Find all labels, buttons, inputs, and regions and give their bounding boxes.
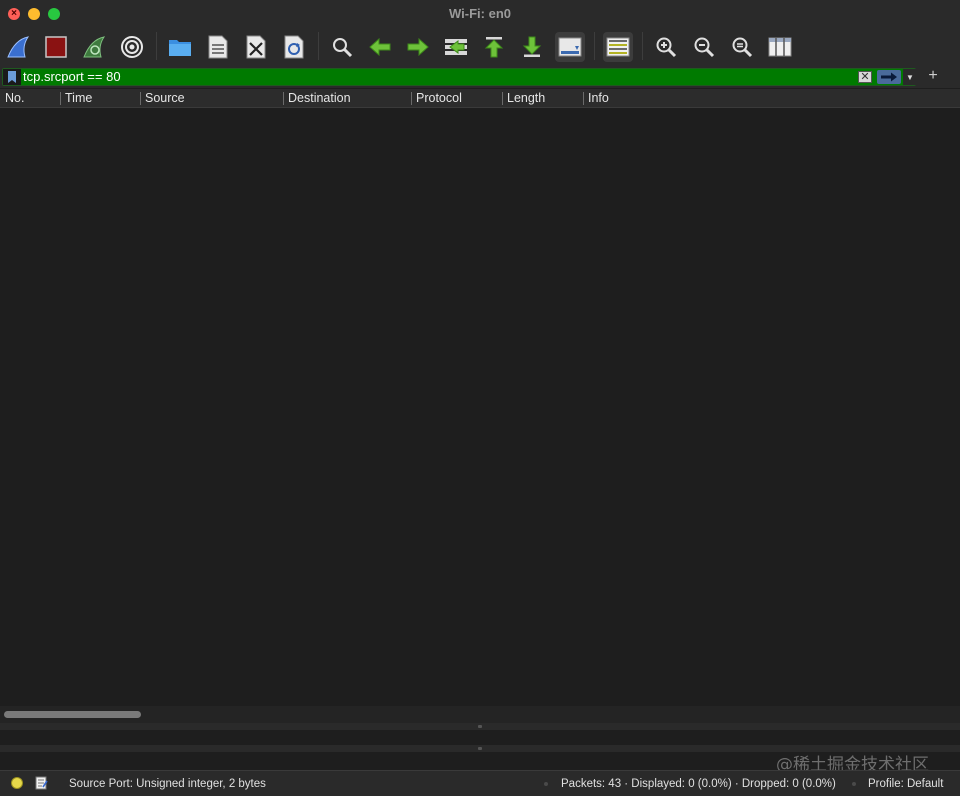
gear-icon (121, 36, 143, 58)
zoom-normal-icon (732, 37, 753, 58)
capture-comments-button[interactable] (35, 776, 48, 790)
chevron-down-icon: ▼ (906, 72, 914, 82)
go-to-packet-button[interactable] (441, 32, 471, 62)
filter-history-dropdown[interactable]: ▼ (903, 69, 917, 85)
packet-list-horizontal-scrollbar[interactable] (0, 706, 960, 723)
display-filter-bar: ✕ ▼ + (0, 66, 960, 88)
column-divider[interactable] (583, 92, 584, 105)
zoom-in-button[interactable] (651, 32, 681, 62)
filter-bookmark-button[interactable] (3, 69, 21, 85)
scrollbar-thumb[interactable] (4, 711, 141, 718)
magnifier-icon (333, 38, 353, 58)
column-divider[interactable] (140, 92, 141, 105)
pane-splitter-details[interactable] (0, 723, 960, 730)
zoom-in-icon (656, 37, 677, 58)
arrow-left-icon (369, 38, 391, 56)
stop-square-icon (45, 36, 67, 58)
save-file-button[interactable] (203, 32, 233, 62)
column-header-info[interactable]: Info (588, 89, 609, 108)
shark-fin-icon (7, 36, 30, 58)
edit-note-icon (35, 776, 48, 790)
open-file-button[interactable] (165, 32, 195, 62)
status-bar: Source Port: Unsigned integer, 2 bytes P… (0, 770, 960, 796)
main-toolbar (0, 28, 960, 66)
display-filter-field: ✕ ▼ (2, 68, 917, 86)
resize-columns-button[interactable] (765, 32, 795, 62)
column-header-destination[interactable]: Destination (288, 89, 351, 108)
zoom-out-button[interactable] (689, 32, 719, 62)
goto-packet-icon (445, 39, 467, 55)
resize-columns-icon (768, 37, 792, 57)
toolbar-separator (642, 32, 643, 60)
bookmark-icon (8, 71, 16, 83)
zoom-out-icon (694, 37, 715, 58)
add-filter-button[interactable]: + (926, 67, 940, 85)
go-back-button[interactable] (365, 32, 395, 62)
clear-icon: ✕ (860, 70, 870, 83)
auto-scroll-icon (558, 37, 582, 57)
auto-scroll-button[interactable] (555, 32, 585, 62)
status-separator-dot (852, 782, 856, 786)
toolbar-separator (594, 32, 595, 60)
clear-filter-button[interactable]: ✕ (858, 71, 872, 83)
column-header-length[interactable]: Length (507, 89, 545, 108)
arrow-up-first-icon (484, 37, 504, 58)
packet-details-pane[interactable] (0, 730, 960, 745)
column-header-protocol[interactable]: Protocol (416, 89, 462, 108)
column-header-time[interactable]: Time (65, 89, 92, 108)
status-profile[interactable]: Profile: Default (868, 777, 943, 791)
start-capture-button[interactable] (3, 32, 33, 62)
window-title: Wi-Fi: en0 (449, 6, 511, 21)
column-divider[interactable] (60, 92, 61, 105)
wireshark-window: × Wi-Fi: en0 tcp.srcport == 80 ✕ ▼ + No.… (0, 0, 960, 796)
normal-size-button[interactable] (727, 32, 757, 62)
close-file-button[interactable] (241, 32, 271, 62)
column-divider[interactable] (283, 92, 284, 105)
packet-list-header: No. Time Source Destination Protocol Len… (0, 89, 960, 108)
capture-options-button[interactable] (117, 32, 147, 62)
apply-arrow-icon (881, 72, 897, 82)
expert-info-indicator-icon[interactable] (11, 777, 23, 789)
restart-fin-icon (83, 36, 106, 58)
column-header-source[interactable]: Source (145, 89, 185, 108)
close-file-icon (246, 35, 266, 59)
display-filter-input[interactable] (23, 69, 823, 85)
apply-filter-button[interactable] (877, 70, 901, 84)
column-divider[interactable] (502, 92, 503, 105)
packet-list-body[interactable] (0, 108, 960, 706)
splitter-grip-icon (478, 725, 482, 728)
status-separator-dot (544, 782, 548, 786)
colorize-list-icon (606, 37, 630, 57)
status-packet-counts: Packets: 43 · Displayed: 0 (0.0%) · Drop… (561, 778, 836, 790)
status-field-info: Source Port: Unsigned integer, 2 bytes (69, 778, 266, 790)
arrow-right-icon (407, 38, 429, 56)
go-forward-button[interactable] (403, 32, 433, 62)
reload-file-button[interactable] (279, 32, 309, 62)
column-header-no[interactable]: No. (5, 89, 24, 108)
go-last-button[interactable] (517, 32, 547, 62)
restart-capture-button[interactable] (79, 32, 109, 62)
title-bar: × Wi-Fi: en0 (0, 0, 960, 28)
toolbar-separator (318, 32, 319, 60)
binary-file-icon (208, 35, 228, 59)
find-packet-button[interactable] (327, 32, 357, 62)
folder-icon (169, 40, 191, 56)
go-first-button[interactable] (479, 32, 509, 62)
arrow-down-last-icon (522, 36, 542, 57)
toolbar-separator (156, 32, 157, 60)
colorize-button[interactable] (603, 32, 633, 62)
column-divider[interactable] (411, 92, 412, 105)
reload-file-icon (284, 35, 304, 59)
splitter-grip-icon (478, 747, 482, 750)
stop-capture-button[interactable] (41, 32, 71, 62)
